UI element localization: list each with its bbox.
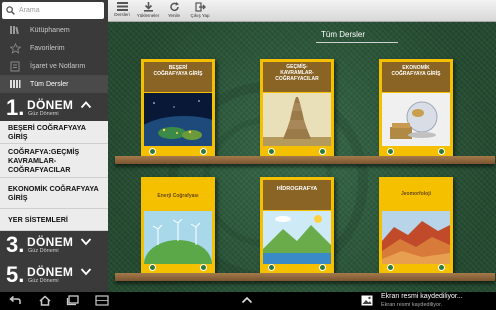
shelf-upper <box>115 156 495 164</box>
semester-label: DÖNEM <box>27 98 74 112</box>
book-cografya-gecmis[interactable]: GEÇMİŞ- KAVRAMLAR- COĞRAFYACILAR <box>260 59 334 158</box>
book-hidrografya[interactable]: HİDROGRAFYA <box>260 177 334 274</box>
screenshot-icon[interactable] <box>95 295 109 306</box>
sidebar-item-bookmarks[interactable]: İşaret ve Notlarım <box>0 57 108 75</box>
download-icon <box>143 2 153 12</box>
toolbar-label: Yenile <box>167 13 181 18</box>
book-logos <box>379 264 453 272</box>
book-logos <box>141 264 215 272</box>
course-item-cografya-gecmis[interactable]: COĞRAFYA:GEÇMİŞ KAVRAMLAR-COĞRAFYACILAR <box>0 144 108 178</box>
recent-apps-icon[interactable] <box>66 295 80 306</box>
image-notification-icon <box>361 295 373 306</box>
home-icon[interactable] <box>38 295 52 306</box>
course-label: COĞRAFYA:GEÇMİŞ KAVRAMLAR-COĞRAFYACILAR <box>8 147 80 174</box>
sidebar-item-label: Favorilerim <box>30 44 65 52</box>
book-cover-image <box>144 211 212 264</box>
toolbar-label: Çıkış Yap <box>190 13 210 18</box>
semester-label: DÖNEM <box>27 265 74 279</box>
sidebar-item-all-courses[interactable]: Tüm Dersler <box>0 75 108 93</box>
book-cover-image <box>263 93 331 146</box>
semester-sub: Güz Dönemi <box>28 278 59 284</box>
book-title: Enerji Coğrafyası <box>157 193 199 199</box>
all-courses-icon <box>0 79 30 89</box>
courses-button[interactable]: Dersleri <box>108 2 136 21</box>
book-logos <box>141 148 215 156</box>
chevron-up-icon <box>80 101 92 109</box>
semester-sub: Güz Dönemi <box>28 111 59 117</box>
refresh-icon <box>169 2 179 12</box>
refresh-button[interactable]: Yenile <box>160 2 188 21</box>
sidebar-item-favorites[interactable]: Favorilerim <box>0 39 108 57</box>
star-icon <box>0 42 30 54</box>
book-logos <box>260 148 334 156</box>
semester-5-header[interactable]: 5. DÖNEM Güz Dönemi <box>0 262 108 288</box>
course-label: EKONOMİK COĞRAFYAYA GİRİŞ <box>8 184 99 202</box>
top-toolbar: Dersleri Yüklemeler Yenile Çıkış Yap <box>108 0 496 22</box>
bookmark-icon <box>0 61 30 72</box>
sidebar-item-library[interactable]: Kütüphanem <box>0 21 108 39</box>
book-logos <box>379 148 453 156</box>
course-item-yer-sistemleri[interactable]: YER SİSTEMLERİ <box>0 209 108 231</box>
sidebar-item-label: Kütüphanem <box>30 26 70 34</box>
semester-1-header[interactable]: 1. DÖNEM Güz Dönemi <box>0 95 108 121</box>
book-beseri-cografya[interactable]: BEŞERİ COĞRAFYAYA GİRİŞ <box>141 59 215 158</box>
course-label: BEŞERİ COĞRAFYAYA GİRİŞ <box>8 123 86 141</box>
shelf-lower <box>115 273 495 281</box>
book-ekonomik-cografya[interactable]: EKONOMİK COĞRAFYAYA GİRİŞ <box>379 59 453 158</box>
book-cover-image <box>382 211 450 264</box>
list-icon <box>116 2 128 11</box>
chevron-down-icon <box>80 268 92 276</box>
section-title-underline <box>316 42 398 43</box>
logout-button[interactable]: Çıkış Yap <box>186 2 214 21</box>
semester-number: 5. <box>6 262 25 287</box>
sidebar-item-label: Tüm Dersler <box>30 80 69 88</box>
search-input[interactable]: Arama <box>2 2 104 19</box>
course-item-ekonomik[interactable]: EKONOMİK COĞRAFYAYA GİRİŞ <box>0 178 108 209</box>
section-title: Tüm Dersler <box>321 30 366 39</box>
book-jeomorfoloji[interactable]: Jeomorfoloji <box>379 177 453 274</box>
semester-number: 1. <box>6 95 25 120</box>
logout-icon <box>194 2 206 12</box>
toolbar-label: Dersleri <box>114 12 130 17</box>
book-band <box>263 180 331 210</box>
book-cover-image <box>144 93 212 146</box>
book-enerji-cografyasi[interactable]: Enerji Coğrafyası <box>141 177 215 274</box>
book-band <box>144 180 212 204</box>
semester-3-header[interactable]: 3. DÖNEM Güz Dönemi <box>0 232 108 258</box>
course-item-beseri[interactable]: BEŞERİ COĞRAFYAYA GİRİŞ <box>0 121 108 144</box>
book-title: Jeomorfoloji <box>400 191 431 197</box>
bookshelf-area: Tüm Dersler BEŞERİ COĞRAFYAYA GİRİŞ GEÇM… <box>108 22 496 292</box>
notification-title[interactable]: Ekran resmi kaydediliyor... <box>381 293 463 300</box>
book-logos <box>260 264 334 272</box>
semester-label: DÖNEM <box>27 235 74 249</box>
sidebar-item-label: İşaret ve Notlarım <box>30 62 86 70</box>
book-title: GEÇMİŞ- KAVRAMLAR- COĞRAFYACILAR <box>275 64 319 82</box>
back-icon[interactable] <box>8 295 22 306</box>
search-placeholder: Arama <box>19 7 40 14</box>
book-cover-image <box>382 93 450 146</box>
system-navigation-bar: Ekran resmi kaydediliyor... Ekran resmi … <box>0 292 496 310</box>
semester-sub: Güz Dönemi <box>28 248 59 254</box>
downloads-button[interactable]: Yüklemeler <box>134 2 162 21</box>
toolbar-label: Yüklemeler <box>136 13 160 18</box>
course-label: YER SİSTEMLERİ <box>8 215 68 224</box>
chevron-up-icon[interactable] <box>241 296 253 304</box>
book-cover-image <box>263 211 331 264</box>
chevron-down-icon <box>80 238 92 246</box>
library-icon <box>0 25 30 35</box>
semester-number: 3. <box>6 232 25 257</box>
book-title: BEŞERİ COĞRAFYAYA GİRİŞ <box>153 65 203 77</box>
book-title: EKONOMİK COĞRAFYAYA GİRİŞ <box>391 65 441 77</box>
sidebar: Arama Kütüphanem Favorilerim İşaret ve N… <box>0 0 108 292</box>
notification-subtitle: Ekran resmi kaydediliyor. <box>381 302 443 308</box>
search-icon <box>6 6 15 15</box>
book-title: HİDROGRAFYA <box>276 186 318 192</box>
